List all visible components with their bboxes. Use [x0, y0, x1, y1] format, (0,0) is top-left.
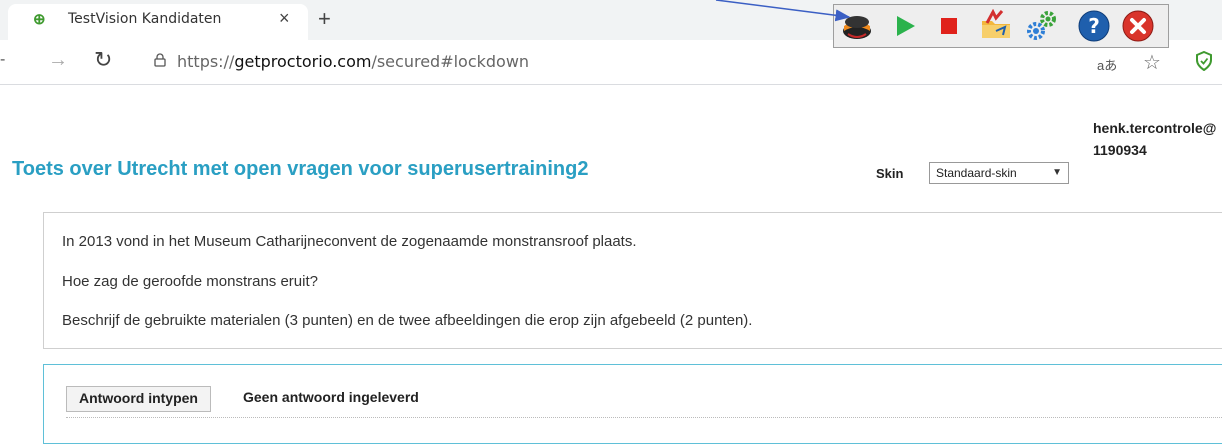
- answer-status: Geen antwoord ingeleverd: [243, 389, 419, 405]
- new-tab-icon[interactable]: +: [318, 6, 331, 32]
- user-name: henk.tercontrole@: [1093, 120, 1217, 136]
- skin-select-value: Standaard-skin: [936, 166, 1017, 180]
- question-line: In 2013 vond in het Museum Catharijnecon…: [62, 233, 637, 250]
- tab-title: TestVision Kandidaten: [68, 11, 222, 27]
- question-line: Beschrijf de gebruikte materialen (3 pun…: [62, 312, 753, 329]
- user-id: 1190934: [1093, 142, 1147, 158]
- play-icon[interactable]: [888, 9, 922, 43]
- help-icon[interactable]: ?: [1077, 9, 1111, 43]
- browser-tab[interactable]: ⊕ TestVision Kandidaten ×: [8, 4, 308, 40]
- shield-extension-icon[interactable]: [1195, 51, 1213, 71]
- answer-panel: Antwoord intypen Geen antwoord ingelever…: [43, 364, 1222, 444]
- site-info-icon[interactable]: [154, 53, 166, 67]
- skin-label: Skin: [876, 166, 904, 181]
- reload-icon[interactable]: ↻: [94, 47, 112, 73]
- settings-icon[interactable]: [1024, 9, 1058, 43]
- bookmark-star-icon[interactable]: ☆: [1143, 50, 1161, 75]
- url-scheme: https://: [177, 52, 235, 71]
- graduation-cap-icon[interactable]: [840, 9, 874, 43]
- folder-share-icon[interactable]: [979, 9, 1013, 43]
- translate-icon[interactable]: aあ: [1097, 55, 1117, 74]
- url-path: /secured#lockdown: [371, 52, 530, 71]
- tab-favicon-icon: ⊕: [33, 11, 46, 28]
- page-title: Toets over Utrecht met open vragen voor …: [12, 158, 589, 180]
- back-icon[interactable]: -: [0, 51, 5, 69]
- close-icon[interactable]: [1121, 9, 1155, 43]
- question-line: Hoe zag de geroofde monstrans eruit?: [62, 273, 318, 290]
- type-answer-button[interactable]: Antwoord intypen: [66, 386, 211, 412]
- url-input[interactable]: https://getproctorio.com/secured#lockdow…: [177, 52, 529, 71]
- skin-select[interactable]: Standaard-skin ▼: [929, 162, 1069, 184]
- stop-icon[interactable]: [932, 9, 966, 43]
- question-panel: In 2013 vond in het Museum Catharijnecon…: [43, 212, 1222, 349]
- forward-icon[interactable]: →: [48, 49, 68, 72]
- chevron-down-icon: ▼: [1052, 167, 1062, 178]
- url-host: getproctorio.com: [234, 52, 372, 71]
- tab-close-icon[interactable]: ×: [279, 8, 290, 29]
- svg-text:?: ?: [1088, 14, 1100, 38]
- proctorio-toolbar: ?: [833, 4, 1169, 48]
- answer-area[interactable]: [66, 417, 1222, 418]
